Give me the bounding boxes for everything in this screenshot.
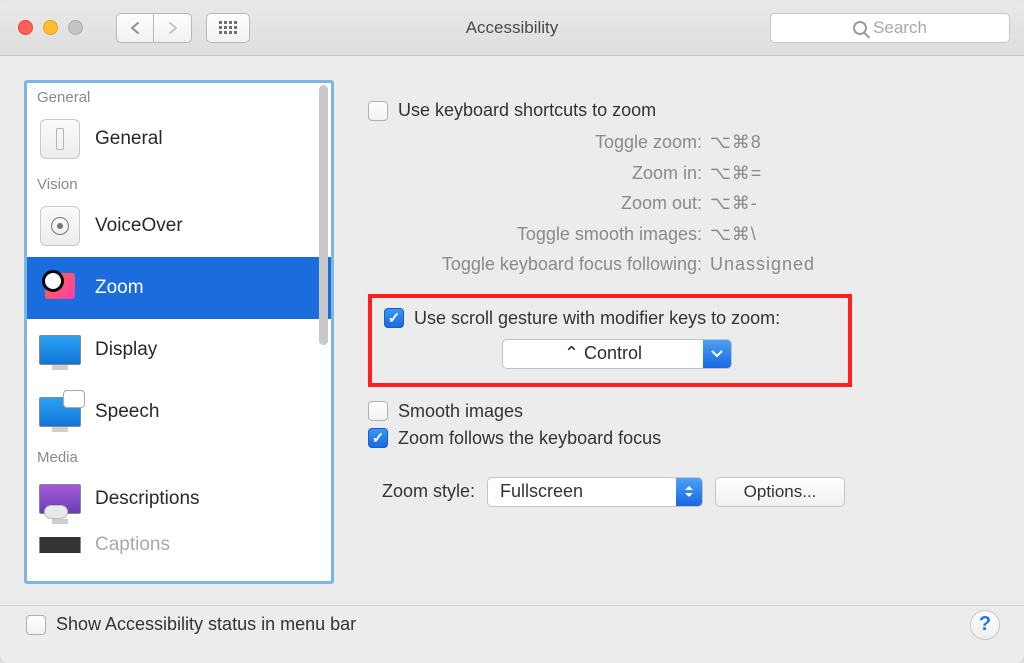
shortcut-zoom-in: Zoom in: ⌥⌘= bbox=[382, 158, 1004, 189]
zoom-window-button[interactable] bbox=[68, 20, 83, 35]
scrollbar-thumb[interactable] bbox=[319, 85, 328, 345]
help-icon: ? bbox=[979, 613, 991, 636]
footer: Show Accessibility status in menu bar ? bbox=[0, 606, 1024, 663]
modifier-dropdown-row: ⌃ Control bbox=[384, 339, 836, 369]
shortcut-toggle-zoom: Toggle zoom: ⌥⌘8 bbox=[382, 127, 1004, 158]
grid-icon bbox=[219, 21, 237, 35]
sidebar-item-label: Captions bbox=[95, 534, 170, 556]
main-pane: General General Vision VoiceOver Zoom bbox=[0, 56, 1024, 595]
sidebar-item-descriptions[interactable]: Descriptions bbox=[27, 468, 331, 530]
section-label-vision: Vision bbox=[27, 170, 331, 195]
shortcut-value: ⌥⌘- bbox=[710, 188, 758, 219]
section-label-media: Media bbox=[27, 443, 331, 468]
zoom-style-label: Zoom style: bbox=[382, 481, 475, 502]
status-menubar-row: Show Accessibility status in menu bar bbox=[26, 614, 356, 635]
shortcut-value: ⌥⌘= bbox=[710, 158, 762, 189]
system-preferences-window: Accessibility Search General General Vis… bbox=[0, 0, 1024, 663]
nav-buttons bbox=[116, 13, 192, 43]
sidebar-item-label: Speech bbox=[95, 401, 159, 423]
general-icon bbox=[39, 118, 81, 160]
highlighted-section: ✓ Use scroll gesture with modifier keys … bbox=[368, 294, 852, 387]
shortcut-label: Toggle zoom: bbox=[382, 127, 710, 158]
sidebar-item-label: Display bbox=[95, 339, 157, 361]
dropdown-value: ⌃ Control bbox=[503, 343, 703, 364]
sidebar-item-captions[interactable]: Captions bbox=[27, 530, 331, 560]
category-sidebar: General General Vision VoiceOver Zoom bbox=[24, 80, 334, 584]
shortcut-label: Zoom in: bbox=[382, 158, 710, 189]
section-label-general: General bbox=[27, 83, 331, 108]
search-placeholder: Search bbox=[873, 18, 927, 38]
search-input[interactable]: Search bbox=[770, 13, 1010, 43]
search-icon bbox=[853, 21, 867, 35]
shortcut-list: Toggle zoom: ⌥⌘8 Zoom in: ⌥⌘= Zoom out: … bbox=[368, 127, 1004, 280]
dropdown-value: Fullscreen bbox=[488, 481, 676, 502]
close-window-button[interactable] bbox=[18, 20, 33, 35]
sidebar-list: General General Vision VoiceOver Zoom bbox=[27, 83, 331, 581]
checkbox-label: Use scroll gesture with modifier keys to… bbox=[414, 308, 780, 329]
use-keyboard-shortcuts-checkbox[interactable] bbox=[368, 101, 388, 121]
shortcut-label: Zoom out: bbox=[382, 188, 710, 219]
titlebar: Accessibility Search bbox=[0, 0, 1024, 56]
sidebar-item-general[interactable]: General bbox=[27, 108, 331, 170]
window-title: Accessibility bbox=[466, 18, 559, 38]
shortcut-zoom-out: Zoom out: ⌥⌘- bbox=[382, 188, 1004, 219]
back-button[interactable] bbox=[116, 13, 154, 43]
button-label: Options... bbox=[744, 482, 817, 502]
chevron-down-icon bbox=[703, 340, 731, 368]
speech-icon bbox=[39, 391, 81, 433]
sidebar-item-label: General bbox=[95, 128, 163, 150]
shortcut-label: Toggle smooth images: bbox=[382, 219, 710, 250]
display-icon bbox=[39, 329, 81, 371]
checkbox-label: Use keyboard shortcuts to zoom bbox=[398, 100, 656, 121]
sidebar-item-zoom[interactable]: Zoom bbox=[27, 257, 331, 319]
shortcut-toggle-focus: Toggle keyboard focus following: Unassig… bbox=[382, 249, 1004, 280]
checkbox-label: Show Accessibility status in menu bar bbox=[56, 614, 356, 635]
smooth-images-row: Smooth images bbox=[368, 401, 1004, 422]
settings-group: Use keyboard shortcuts to zoom Toggle zo… bbox=[348, 100, 1004, 507]
use-keyboard-shortcuts-row: Use keyboard shortcuts to zoom bbox=[368, 100, 1004, 121]
minimize-window-button[interactable] bbox=[43, 20, 58, 35]
shortcut-value: ⌥⌘\ bbox=[710, 219, 757, 250]
checkbox-label: Smooth images bbox=[398, 401, 523, 422]
scroll-gesture-row: ✓ Use scroll gesture with modifier keys … bbox=[384, 308, 836, 329]
content-area: General General Vision VoiceOver Zoom bbox=[0, 56, 1024, 663]
forward-button[interactable] bbox=[154, 13, 192, 43]
shortcut-toggle-smooth: Toggle smooth images: ⌥⌘\ bbox=[382, 219, 1004, 250]
zoom-style-row: Zoom style: Fullscreen Options... bbox=[368, 477, 1004, 507]
modifier-dropdown[interactable]: ⌃ Control bbox=[502, 339, 732, 369]
descriptions-icon bbox=[39, 478, 81, 520]
zoom-icon bbox=[39, 267, 81, 309]
scroll-gesture-checkbox[interactable]: ✓ bbox=[384, 308, 404, 328]
zoom-settings-pane: Use keyboard shortcuts to zoom Toggle zo… bbox=[348, 80, 1004, 585]
voiceover-icon bbox=[39, 205, 81, 247]
show-all-button[interactable] bbox=[206, 13, 250, 43]
sidebar-item-speech[interactable]: Speech bbox=[27, 381, 331, 443]
sidebar-item-label: Descriptions bbox=[95, 488, 200, 510]
sidebar-item-display[interactable]: Display bbox=[27, 319, 331, 381]
shortcut-value: ⌥⌘8 bbox=[710, 127, 762, 158]
sidebar-item-label: Zoom bbox=[95, 277, 144, 299]
options-button[interactable]: Options... bbox=[715, 477, 845, 507]
shortcut-value: Unassigned bbox=[710, 249, 815, 280]
checkbox-label: Zoom follows the keyboard focus bbox=[398, 428, 661, 449]
zoom-follows-checkbox[interactable]: ✓ bbox=[368, 428, 388, 448]
captions-icon bbox=[39, 537, 81, 553]
zoom-style-dropdown[interactable]: Fullscreen bbox=[487, 477, 703, 507]
status-menubar-checkbox[interactable] bbox=[26, 615, 46, 635]
zoom-follows-row: ✓ Zoom follows the keyboard focus bbox=[368, 428, 1004, 449]
window-controls bbox=[0, 20, 110, 35]
updown-icon bbox=[676, 478, 702, 506]
sidebar-item-voiceover[interactable]: VoiceOver bbox=[27, 195, 331, 257]
shortcut-label: Toggle keyboard focus following: bbox=[382, 249, 710, 280]
help-button[interactable]: ? bbox=[970, 610, 1000, 640]
smooth-images-checkbox[interactable] bbox=[368, 401, 388, 421]
sidebar-item-label: VoiceOver bbox=[95, 215, 183, 237]
